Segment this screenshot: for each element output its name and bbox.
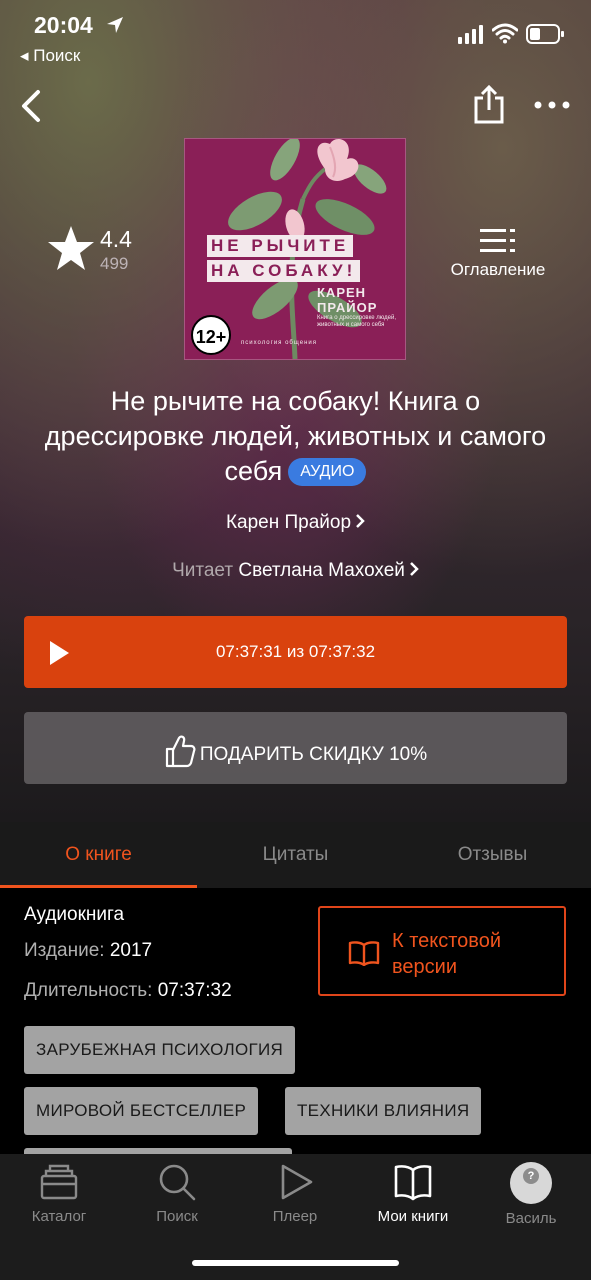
- tabbar-my-books-label: Мои книги: [377, 1208, 449, 1225]
- list-icon: [480, 229, 515, 252]
- avatar: ?: [510, 1162, 552, 1204]
- tabbar-search-label: Поиск: [156, 1208, 198, 1225]
- question-icon: ?: [523, 1168, 539, 1184]
- star-icon: [48, 226, 94, 270]
- tab-about-book[interactable]: О книге: [0, 822, 197, 888]
- back-chevron-icon[interactable]: [8, 84, 48, 128]
- playback-progress: 07:37:31 из 07:37:32: [215, 642, 376, 661]
- more-options-icon[interactable]: [530, 92, 574, 118]
- tabbar-player-label: Плеер: [272, 1208, 318, 1225]
- text-version-line2: версии: [392, 956, 457, 978]
- rating-block[interactable]: 4.4 499: [46, 222, 156, 282]
- cover-title-line1: НЕ РЫЧИТЕ: [207, 235, 354, 257]
- book-details: Аудиокнига Издание: 2017 Длительность: 0…: [0, 888, 591, 1196]
- audio-badge: АУДИО: [288, 458, 367, 486]
- content-tabs: О книге Цитаты Отзывы: [0, 822, 591, 888]
- cover-title-line2: НА СОБАКУ!: [207, 260, 361, 282]
- tab-reviews[interactable]: Отзывы: [394, 822, 591, 888]
- cover-author: КАРЕН ПРАЙОР: [317, 285, 377, 315]
- chevron-right-icon: [356, 514, 365, 528]
- cellular-signal-icon: [458, 25, 483, 44]
- author-link[interactable]: Карен Прайор: [0, 512, 591, 534]
- tab-quotes[interactable]: Цитаты: [197, 822, 394, 888]
- age-rating-badge: 12+: [191, 315, 231, 355]
- status-time: 20:04: [34, 12, 93, 38]
- catalog-icon: [40, 1164, 78, 1200]
- open-book-icon: [348, 941, 380, 966]
- narrator-prefix: Читает: [172, 560, 234, 581]
- genre-tag[interactable]: ТЕХНИКИ ВЛИЯНИЯ: [285, 1087, 482, 1135]
- genre-tag[interactable]: ЗАРУБЕЖНАЯ ПСИХОЛОГИЯ: [24, 1026, 296, 1074]
- book-title: Не рычите на собаку! Книга о дрессировке…: [40, 384, 551, 489]
- back-to-app-link[interactable]: ◂ Поиск: [20, 46, 80, 66]
- edition-key: Издание:: [24, 940, 105, 961]
- cover-author-first: КАРЕН: [317, 285, 367, 300]
- genre-tag[interactable]: МИРОВОЙ БЕСТСЕЛЛЕР: [24, 1087, 259, 1135]
- book-format: Аудиокнига: [24, 904, 125, 925]
- text-version-label: К текстовой версии: [392, 928, 562, 980]
- author-name: Карен Прайор: [225, 512, 352, 533]
- cover-series: психология общения: [241, 340, 317, 346]
- play-icon: [281, 1164, 313, 1200]
- edition-row: Издание: 2017: [24, 940, 152, 962]
- chevron-right-icon: [410, 562, 419, 576]
- cover-author-last: ПРАЙОР: [317, 300, 378, 315]
- location-arrow-icon: [107, 17, 123, 33]
- edition-value: 2017: [109, 940, 153, 961]
- table-of-contents-button[interactable]: Оглавление: [438, 226, 558, 286]
- tabbar-catalog[interactable]: Каталог: [0, 1162, 118, 1225]
- tabbar-player[interactable]: Плеер: [236, 1162, 354, 1225]
- book-icon: [394, 1165, 432, 1201]
- rating-value: 4.4: [100, 226, 132, 252]
- cover-description: Книга о дрессировке людей, животных и са…: [317, 315, 397, 328]
- play-button[interactable]: 07:37:31 из 07:37:32: [24, 616, 567, 688]
- home-indicator: [192, 1260, 399, 1266]
- search-icon: [159, 1164, 196, 1201]
- duration-key: Длительность:: [24, 980, 153, 1001]
- tabbar-my-books[interactable]: Мои книги: [354, 1162, 472, 1225]
- wifi-icon: [492, 23, 518, 44]
- tabbar-search[interactable]: Поиск: [118, 1162, 236, 1225]
- narrator-name: Светлана Махохей: [238, 560, 405, 581]
- text-version-button[interactable]: К текстовой версии: [318, 906, 566, 996]
- text-version-line1: К текстовой: [392, 930, 501, 952]
- thumbs-up-icon: [165, 735, 196, 768]
- toc-label: Оглавление: [450, 260, 546, 279]
- gift-discount-button[interactable]: ПОДАРИТЬ СКИДКУ 10%: [24, 712, 567, 784]
- battery-icon: [526, 24, 564, 44]
- share-icon[interactable]: [470, 84, 508, 126]
- duration-value: 07:37:32: [157, 980, 232, 1001]
- tabbar-profile-label: Василь: [505, 1210, 557, 1227]
- duration-row: Длительность: 07:37:32: [24, 980, 232, 1002]
- tabbar-profile[interactable]: ? Василь: [472, 1162, 590, 1227]
- narrator-link[interactable]: Читает Светлана Махохей: [0, 560, 591, 582]
- gift-discount-label: ПОДАРИТЬ СКИДКУ 10%: [199, 744, 428, 765]
- book-cover[interactable]: НЕ РЫЧИТЕ НА СОБАКУ! КАРЕН ПРАЙОР Книга …: [184, 138, 406, 360]
- rating-count: 499: [100, 254, 129, 273]
- tabbar-catalog-label: Каталог: [31, 1208, 87, 1225]
- status-bar: 20:04 ◂ Поиск: [0, 0, 591, 80]
